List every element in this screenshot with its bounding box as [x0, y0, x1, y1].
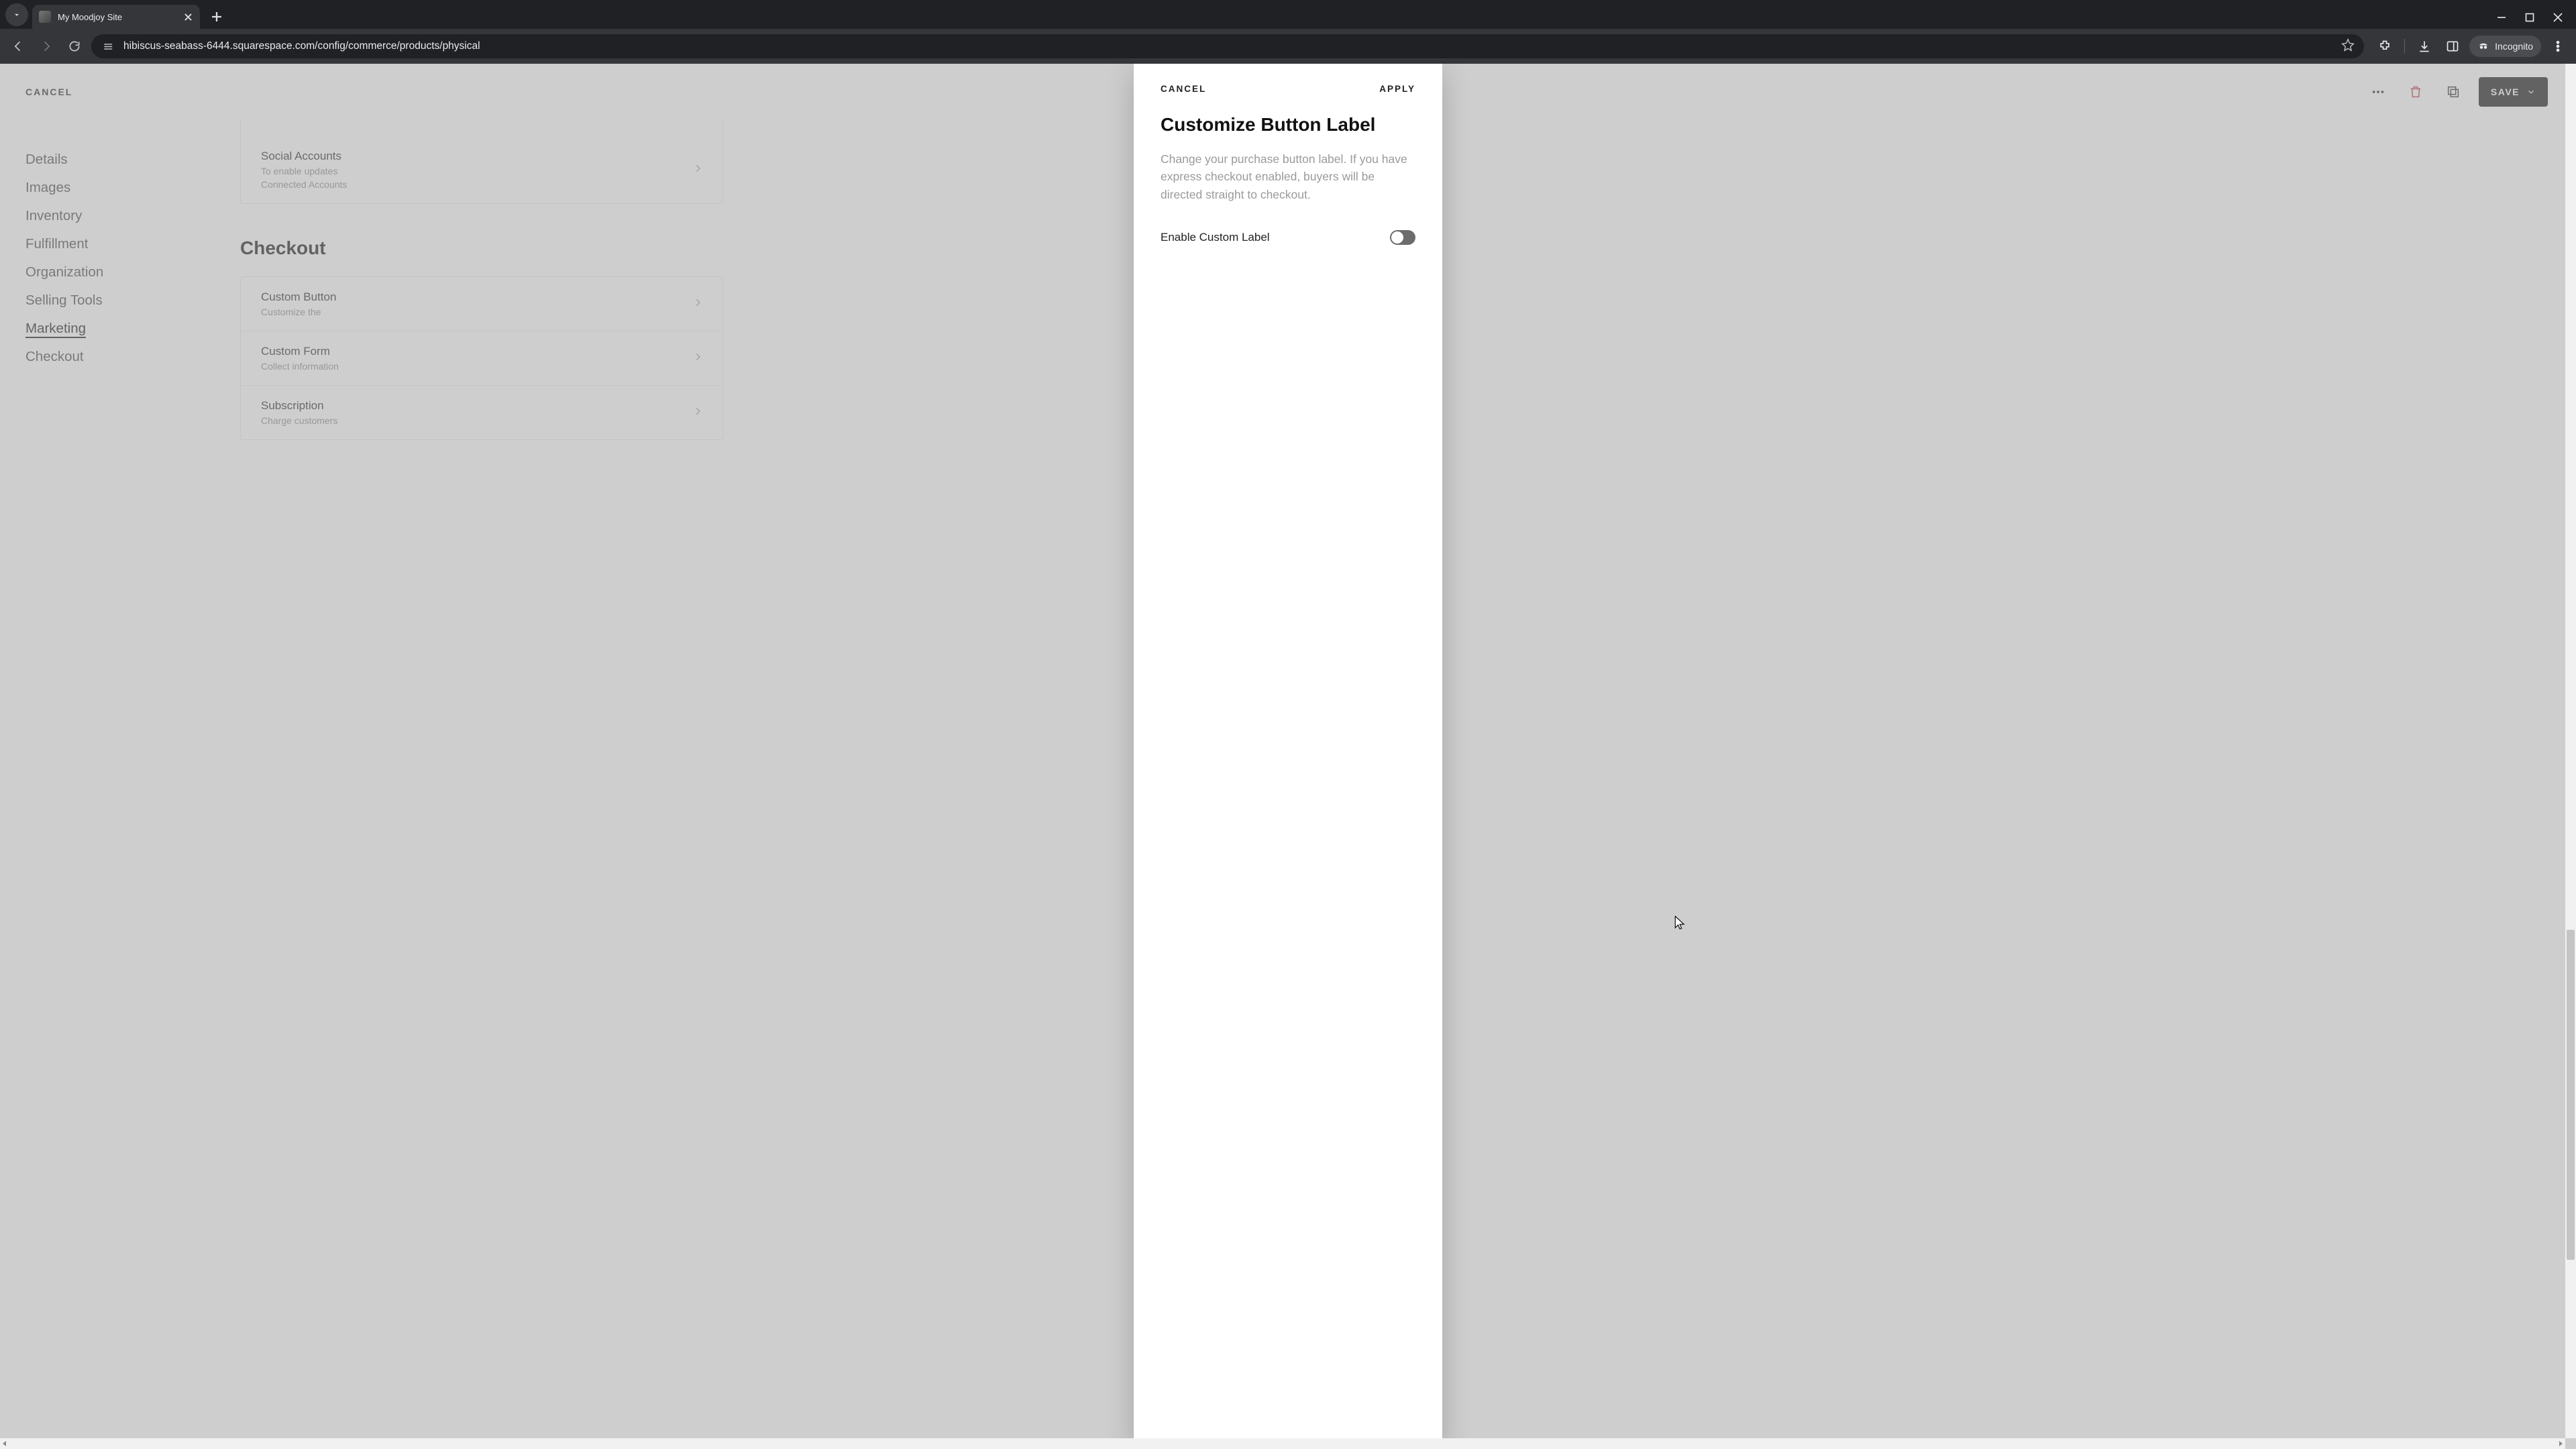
scroll-right-arrow-icon[interactable]	[2557, 1440, 2564, 1447]
toggle-label: Enable Custom Label	[1161, 231, 1270, 244]
modal-apply-button[interactable]: APPLY	[1379, 84, 1415, 94]
browser-menu-icon[interactable]	[2546, 35, 2569, 58]
page-viewport: CANCEL SAVE	[0, 64, 2576, 1449]
sidepanel-icon[interactable]	[2441, 35, 2464, 58]
customize-button-label-modal: CANCEL APPLY Customize Button Label Chan…	[1134, 64, 1442, 1449]
bookmark-star-icon[interactable]	[2341, 38, 2355, 55]
favicon-icon	[39, 11, 51, 23]
modal-cancel-button[interactable]: CANCEL	[1161, 84, 1206, 94]
scroll-left-arrow-icon[interactable]	[1, 1440, 8, 1447]
downloads-icon[interactable]	[2413, 35, 2436, 58]
window-minimize-button[interactable]	[2497, 13, 2506, 22]
modal-description: Change your purchase button label. If yo…	[1161, 150, 1415, 203]
nav-back-button[interactable]	[7, 35, 30, 58]
url-text: hibiscus-seabass-6444.squarespace.com/co…	[123, 40, 2333, 52]
navbar-right-icons: Incognito	[2369, 35, 2569, 58]
extensions-icon[interactable]	[2373, 35, 2396, 58]
enable-custom-label-toggle[interactable]	[1390, 230, 1415, 245]
horizontal-scrollbar[interactable]	[0, 1438, 2565, 1449]
toggle-row-enable-custom-label: Enable Custom Label	[1161, 230, 1415, 245]
window-maximize-button[interactable]	[2525, 13, 2534, 22]
incognito-label: Incognito	[2495, 41, 2533, 52]
modal-body: Customize Button Label Change your purch…	[1134, 101, 1442, 258]
tab-close-button[interactable]	[182, 11, 193, 22]
browser-titlebar: My Moodjoy Site	[0, 0, 2576, 29]
nav-reload-button[interactable]	[63, 35, 86, 58]
modal-title: Customize Button Label	[1161, 114, 1415, 136]
tab-search-button[interactable]	[5, 3, 28, 26]
browser-tab-active[interactable]: My Moodjoy Site	[32, 5, 200, 29]
incognito-chip[interactable]: Incognito	[2469, 36, 2541, 57]
browser-navbar: hibiscus-seabass-6444.squarespace.com/co…	[0, 29, 2576, 64]
separator	[2404, 39, 2405, 54]
new-tab-button[interactable]	[207, 7, 227, 27]
browser-window: My Moodjoy Site hibiscus-seabass-6444.sq…	[0, 0, 2576, 1449]
vertical-scrollbar[interactable]	[2565, 64, 2576, 1438]
nav-forward-button[interactable]	[35, 35, 58, 58]
address-bar[interactable]: hibiscus-seabass-6444.squarespace.com/co…	[91, 34, 2364, 58]
vertical-scrollbar-thumb[interactable]	[2567, 930, 2575, 1260]
window-controls	[2497, 13, 2571, 29]
site-info-icon[interactable]	[101, 39, 115, 54]
modal-header: CANCEL APPLY	[1134, 64, 1442, 101]
window-close-button[interactable]	[2553, 13, 2563, 22]
toggle-knob	[1391, 231, 1403, 244]
tab-title: My Moodjoy Site	[58, 12, 122, 22]
